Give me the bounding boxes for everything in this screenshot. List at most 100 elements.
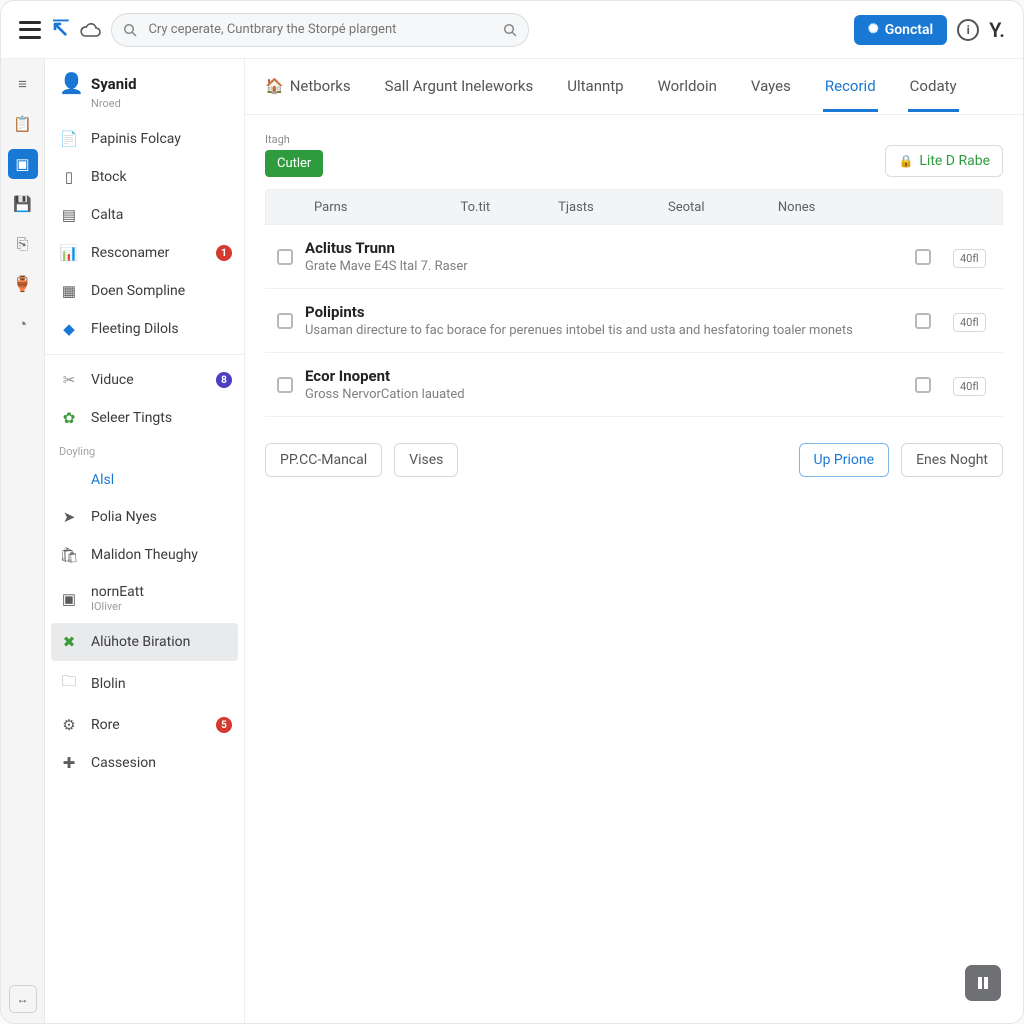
row-chip[interactable]: 40fl (953, 249, 986, 268)
row-text[interactable]: Ecor Inopent Gross NervorCation lauated (305, 367, 893, 402)
hamburger-icon[interactable] (19, 21, 41, 39)
col-nones[interactable]: Nones (770, 200, 892, 215)
back-arrow-icon[interactable]: ↸ (51, 17, 69, 42)
sidebar-group-1: 📄Papinis Folcay ▯Btock ▤Calta 📊Resconame… (45, 120, 244, 348)
lock-icon: 🔒 (898, 154, 913, 168)
col-totit[interactable]: To.tit (453, 200, 551, 215)
rail-clock-icon[interactable]: ◔ (8, 309, 38, 339)
row-checkbox[interactable] (277, 313, 293, 329)
sidebar-item-blolin[interactable]: 🗀Blolin (45, 661, 244, 706)
row-text[interactable]: Aclitus Trunn Grate Mave E4S ltal 7. Ras… (305, 239, 893, 274)
gear-icon: ✺ (868, 22, 879, 37)
calendar-icon: ▣ (59, 590, 79, 608)
cloud-icon[interactable] (79, 22, 101, 38)
col-parns[interactable]: Parns (306, 200, 453, 215)
user-avatar-icon: 👤 (59, 73, 81, 95)
page-one-icon: ▯ (59, 168, 79, 186)
wrench-icon: ✖ (59, 633, 79, 651)
footer-buttons: PP.CC-Mancal Vises Up Prione Enes Noght (265, 443, 1003, 477)
info-icon[interactable]: i (957, 19, 979, 41)
sidebar-divider (45, 354, 244, 355)
user-menu-icon[interactable]: Y. (989, 18, 1005, 42)
tab-vayes[interactable]: Vayes (749, 61, 793, 112)
global-search (111, 13, 529, 47)
sidebar-item-rore[interactable]: ⚙Rore5 (45, 706, 244, 744)
tab-recorid[interactable]: Recorid (823, 61, 878, 112)
live-button[interactable]: 🔒 Lite D Rabe (885, 145, 1003, 177)
tools-icon: ✂ (59, 371, 79, 389)
tab-worldoin[interactable]: Worldoin (656, 61, 719, 112)
bag-icon: 🛍 (59, 546, 79, 564)
sidebar-item-resconamer[interactable]: 📊Resconamer1 (45, 234, 244, 272)
tab-codaty[interactable]: Codaty (908, 61, 959, 112)
col-seotal[interactable]: Seotal (660, 200, 770, 215)
calculator-icon: ▤ (59, 206, 79, 224)
row-checkbox[interactable] (277, 377, 293, 393)
gear-green-icon: ✿ (59, 409, 79, 427)
sidebar-item-papinis[interactable]: 📄Papinis Folcay (45, 120, 244, 158)
sidebar-section-label: Doyling (45, 437, 244, 462)
ppcc-button[interactable]: PP.CC-Mancal (265, 443, 382, 477)
home-icon: 🏠 (265, 77, 284, 95)
cog-icon: ⚙ (59, 716, 79, 734)
row-chip[interactable]: 40fl (953, 377, 986, 396)
tab-sall[interactable]: Sall Argunt Ineleworks (383, 61, 536, 112)
sidebar-group-2: ✂Viduce8 ✿Seleer Tingts (45, 361, 244, 437)
row-flag-checkbox[interactable] (915, 377, 931, 393)
table-header: Parns To.tit Tjasts Seotal Nones (265, 189, 1003, 225)
medical-icon: ✚ (59, 754, 79, 772)
rail-box-icon[interactable]: ⎘ (8, 229, 38, 259)
sidebar-item-doen[interactable]: ▦Doen Sompline (45, 272, 244, 310)
sidebar-item-viduce[interactable]: ✂Viduce8 (45, 361, 244, 399)
badge: 5 (216, 717, 232, 733)
col-tjasts[interactable]: Tjasts (550, 200, 660, 215)
content-area: Itagh Cutler 🔒 Lite D Rabe Parns To.tit … (245, 115, 1023, 495)
send-icon: ➤ (59, 508, 79, 526)
toolbar-row: Itagh Cutler 🔒 Lite D Rabe (265, 133, 1003, 177)
cutler-button[interactable]: Cutler (265, 150, 323, 177)
rail-jar-icon[interactable]: 🏺 (8, 269, 38, 299)
sidebar-item-cassesion[interactable]: ✚Cassesion (45, 744, 244, 782)
vises-button[interactable]: Vises (394, 443, 458, 477)
table-row: Aclitus Trunn Grate Mave E4S ltal 7. Ras… (265, 225, 1003, 289)
sidebar-item-malidon[interactable]: 🛍Malidon Theughy (45, 536, 244, 574)
float-pause-button[interactable] (965, 965, 1001, 1001)
sidebar-item-btock[interactable]: ▯Btock (45, 158, 244, 196)
search-input[interactable] (111, 13, 529, 47)
sidebar-item-norneatt[interactable]: ▣nornEattIOliver (45, 574, 244, 623)
row-flag-checkbox[interactable] (915, 249, 931, 265)
document-icon: 📄 (59, 130, 79, 148)
up-prione-button[interactable]: Up Prione (799, 443, 890, 477)
sidebar: 👤 Syanid Nroed 📄Papinis Folcay ▯Btock ▤C… (45, 59, 245, 1023)
sidebar-item-calta[interactable]: ▤Calta (45, 196, 244, 234)
sidebar-user-header[interactable]: 👤 Syanid (45, 59, 244, 101)
sidebar-item-alsl[interactable]: Alsl (45, 462, 244, 498)
row-flag-checkbox[interactable] (915, 313, 931, 329)
row-text[interactable]: Polipints Usaman directure to fac borace… (305, 303, 893, 338)
folder-icon: 🗀 (59, 671, 79, 696)
mini-filter: Itagh Cutler (265, 133, 323, 177)
sidebar-item-polia[interactable]: ➤Polia Nyes (45, 498, 244, 536)
sidebar-item-aluhote[interactable]: ✖Alühote Biration (51, 623, 238, 661)
badge: 1 (216, 245, 232, 261)
tab-netborks[interactable]: 🏠Netborks (263, 61, 353, 112)
sidebar-item-seleer[interactable]: ✿Seleer Tingts (45, 399, 244, 437)
sidebar-group-3: Alsl ➤Polia Nyes 🛍Malidon Theughy ▣nornE… (45, 462, 244, 782)
primary-action-label: Gonctal (885, 22, 933, 38)
search-submit-icon[interactable] (503, 23, 517, 37)
rail-menu-icon[interactable]: ≡ (8, 69, 38, 99)
sidebar-item-fleeting[interactable]: ◆Fleeting Dilols (45, 310, 244, 348)
rail-save-icon[interactable]: 💾 (8, 189, 38, 219)
row-checkbox[interactable] (277, 249, 293, 265)
enes-noght-button[interactable]: Enes Noght (901, 443, 1003, 477)
sidebar-user-status: Nroed (91, 97, 244, 110)
bar-chart-icon: 📊 (59, 244, 79, 262)
primary-action-button[interactable]: ✺ Gonctal (854, 15, 947, 45)
bolt-icon: ◆ (59, 320, 79, 338)
rail-clipboard-icon[interactable]: 📋 (8, 109, 38, 139)
tab-ultanntp[interactable]: Ultanntp (565, 61, 625, 112)
table-row: Polipints Usaman directure to fac borace… (265, 289, 1003, 353)
row-chip[interactable]: 40fl (953, 313, 986, 332)
rail-collapse-button[interactable]: ↔ (9, 985, 37, 1013)
rail-panel-icon[interactable]: ▣ (8, 149, 38, 179)
